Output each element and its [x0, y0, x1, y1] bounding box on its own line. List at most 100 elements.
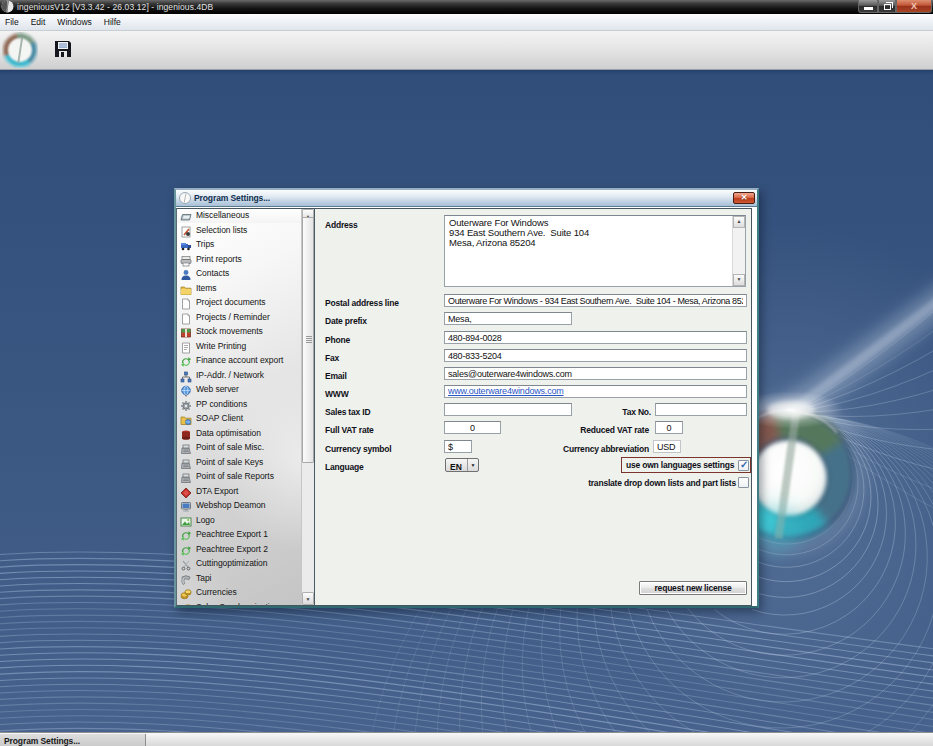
currency-symbol-input[interactable] [444, 440, 472, 453]
sidebar-item-label: Projects / Reminder [196, 312, 270, 322]
sidebar-item-point-of-sale-misc-[interactable]: Point of sale Misc. [177, 440, 302, 455]
sidebar-item-projects-reminder[interactable]: Projects / Reminder [177, 310, 302, 325]
fax-label: Fax [325, 353, 339, 363]
sidebar-item-cuttingoptimization[interactable]: Cuttingoptimization [177, 556, 302, 571]
menu-item-file[interactable]: File [0, 14, 25, 31]
sidebar-item-contacts[interactable]: Contacts [177, 266, 302, 281]
sidebar-item-point-of-sale-reports[interactable]: Point of sale Reports [177, 469, 302, 484]
sidebar-item-miscellaneous[interactable]: Miscellaneous [177, 209, 302, 223]
app-title: ingeniousV12 [V3.3.42 - 26.03.12] - inge… [17, 2, 213, 12]
close-button[interactable]: X [896, 0, 932, 13]
date-prefix-input[interactable] [444, 312, 572, 325]
scrollbar-thumb[interactable] [302, 217, 314, 463]
sidebar-item-currencies[interactable]: Currencies [177, 585, 302, 600]
menu-item-windows[interactable]: Windows [51, 14, 97, 31]
sidebar-item-selection-lists[interactable]: Selection lists [177, 223, 302, 238]
sidebar-item-sales-synchronisation[interactable]: Sales Synchronisation [177, 600, 302, 606]
sidebar-item-items[interactable]: Items [177, 281, 302, 296]
use-own-languages-checkbox[interactable]: ✓ [738, 460, 749, 471]
coins-icon [180, 586, 192, 598]
sidebar-item-stock-movements[interactable]: Stock movements [177, 324, 302, 339]
sidebar-item-tapi[interactable]: Tapi [177, 571, 302, 586]
sidebar-item-label: Webshop Deamon [196, 500, 266, 510]
address-scroll-down-icon[interactable]: ▼ [733, 274, 745, 286]
sidebar-item-point-of-sale-keys[interactable]: Point of sale Keys [177, 455, 302, 470]
scissors-icon [180, 557, 192, 569]
currency-abbr-input[interactable] [653, 440, 681, 453]
address-label: Address [325, 220, 358, 230]
save-icon[interactable] [54, 40, 72, 58]
register-icon [180, 456, 192, 468]
person-icon [180, 267, 192, 279]
dialog-titlebar[interactable]: Program Settings... ✕ [176, 190, 757, 207]
language-label: Language [325, 462, 364, 472]
full-vat-label: Full VAT rate [325, 425, 374, 435]
fax-input[interactable] [444, 349, 747, 362]
sidebar-item-trips[interactable]: Trips [177, 237, 302, 252]
sidebar-item-label: Project documents [196, 297, 266, 307]
dialog-close-button[interactable]: ✕ [733, 192, 755, 204]
address-textarea[interactable]: Outerware For Windows 934 East Southern … [444, 215, 746, 287]
combo-dropdown-icon[interactable]: ▼ [467, 459, 478, 471]
checkmark-icon: ✓ [740, 459, 748, 470]
desktop-background: Program Settings... ✕ Miscellaneous Selec… [0, 70, 933, 732]
scroll-down-icon[interactable]: ▼ [302, 592, 314, 605]
settings-form: Address Outerware For Windows 934 East S… [315, 209, 751, 605]
email-label: Email [325, 371, 347, 381]
sidebar-item-dta-export[interactable]: DTA Export [177, 484, 302, 499]
scrollbar-track[interactable] [302, 463, 314, 592]
tax-no-input[interactable] [655, 403, 747, 416]
sidebar-item-project-documents[interactable]: Project documents [177, 295, 302, 310]
tax-no-label: Tax No. [565, 407, 651, 417]
sidebar-item-peachtree-export-2[interactable]: Peachtree Export 2 [177, 542, 302, 557]
sidebar-item-label: Selection lists [196, 225, 247, 235]
ingenious-logo-icon[interactable] [2, 32, 38, 68]
sidebar-item-finance-account-export[interactable]: Finance account export [177, 353, 302, 368]
www-input[interactable]: www.outerware4windows.com [444, 385, 747, 398]
sidebar-item-label: Logo [196, 515, 215, 525]
phone-input[interactable] [444, 331, 747, 344]
sidebar-item-data-optimisation[interactable]: Data optimisation [177, 426, 302, 441]
email-input[interactable] [444, 367, 747, 380]
phone-label: Phone [325, 335, 350, 345]
sidebar-item-pp-conditions[interactable]: PP conditions [177, 397, 302, 412]
request-license-button[interactable]: request new license [639, 581, 747, 595]
currency-symbol-label: Currency symbol [325, 444, 391, 454]
sidebar-item-label: Sales Synchronisation [196, 602, 279, 606]
sales-tax-input[interactable] [444, 403, 572, 416]
postal-input[interactable] [444, 294, 747, 307]
page-icon [180, 296, 192, 308]
www-link[interactable]: www.outerware4windows.com [448, 386, 564, 396]
maximize-button[interactable] [878, 0, 896, 13]
folder-globe-icon [180, 412, 192, 424]
sidebar-item-peachtree-export-1[interactable]: Peachtree Export 1 [177, 527, 302, 542]
address-scroll-up-icon[interactable]: ▲ [733, 216, 745, 228]
language-combobox[interactable]: EN ▼ [445, 458, 479, 472]
sidebar-items: Miscellaneous Selection lists TripsPrint r… [177, 209, 302, 605]
maximize-icon [884, 4, 891, 10]
sidebar-item-webshop-deamon[interactable]: Webshop Deamon [177, 498, 302, 513]
sidebar-scrollbar[interactable]: ▲ ▼ [301, 209, 314, 605]
sidebar-item-label: Contacts [196, 268, 229, 278]
sidebar-item-logo[interactable]: Logo [177, 513, 302, 528]
full-vat-input[interactable] [444, 421, 501, 434]
statusbar-segment[interactable]: Program Settings... [0, 734, 146, 746]
scrollbar-grip [306, 336, 312, 344]
sidebar-item-write-printing[interactable]: Write Printing [177, 339, 302, 354]
reduced-vat-input[interactable] [655, 421, 683, 434]
sidebar-item-label: Data optimisation [196, 428, 261, 438]
register-icon [180, 441, 192, 453]
minimize-button[interactable] [858, 0, 878, 13]
sidebar-item-print-reports[interactable]: Print reports [177, 252, 302, 267]
sidebar-item-soap-client[interactable]: SOAP Client [177, 411, 302, 426]
menubar: FileEditWindowsHilfe [0, 14, 933, 31]
menu-item-edit[interactable]: Edit [25, 14, 52, 31]
app-titlebar: ingeniousV12 [V3.3.42 - 26.03.12] - inge… [0, 0, 933, 14]
dialog-body: Miscellaneous Selection lists TripsPrint r… [176, 208, 757, 606]
menu-item-hilfe[interactable]: Hilfe [98, 14, 127, 31]
sidebar-item-ip-addr-network[interactable]: IP-Addr. / Network [177, 368, 302, 383]
sidebar-item-web-server[interactable]: Web server [177, 382, 302, 397]
address-scrollbar[interactable]: ▲ ▼ [732, 216, 745, 286]
use-own-languages-label: use own languages settings [626, 460, 734, 470]
translate-lists-checkbox[interactable] [738, 477, 749, 488]
